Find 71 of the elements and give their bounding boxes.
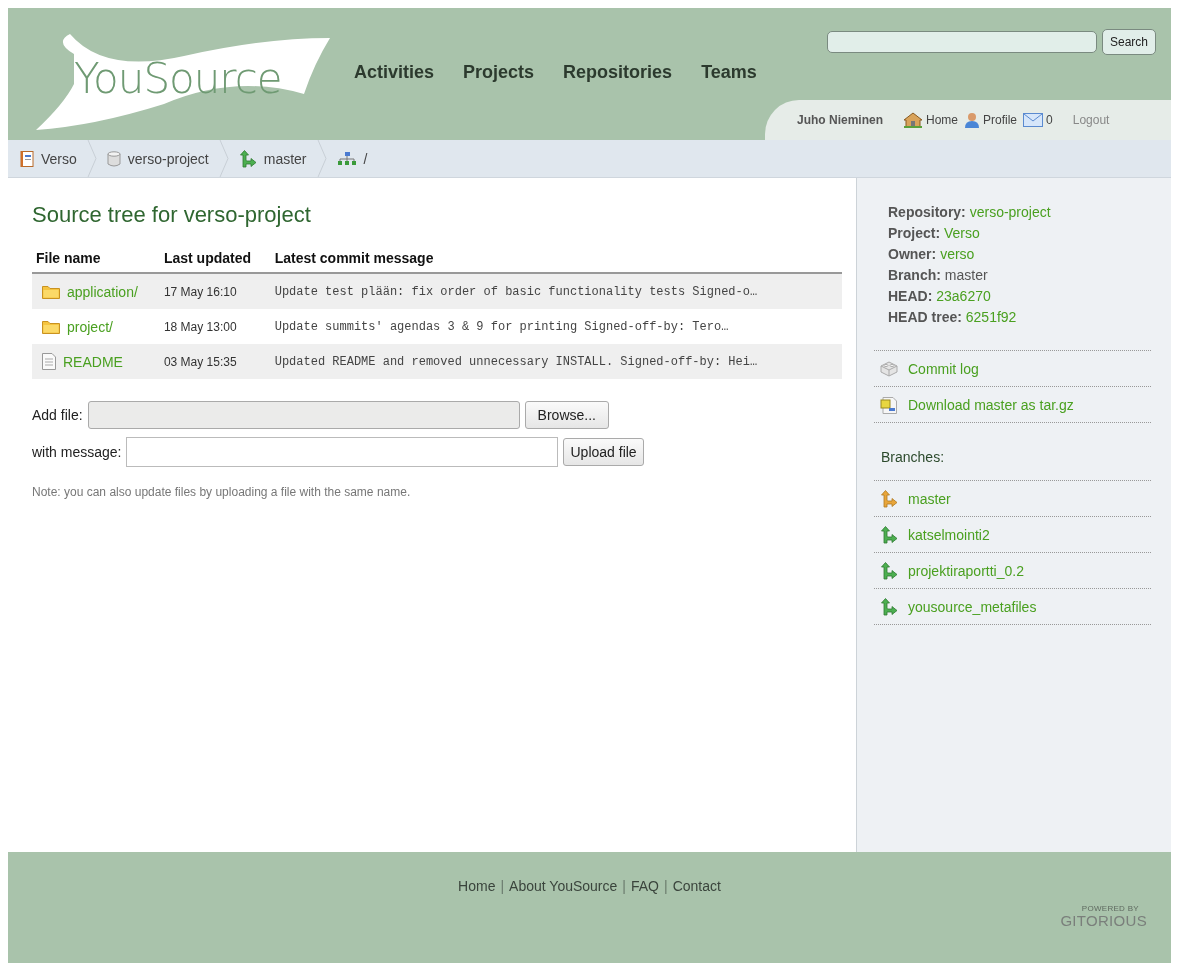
commit-log-link[interactable]: Commit log (874, 351, 1151, 387)
table-cell: 03 May 15:35 (159, 344, 271, 379)
powered-by-text: POWERED BY (1081, 904, 1139, 913)
nav-link[interactable]: Repositories (563, 62, 673, 83)
upload-button[interactable]: Upload file (563, 438, 644, 466)
download-link[interactable]: Download master as tar.gz (874, 387, 1151, 423)
footer-link[interactable]: FAQ (630, 878, 659, 894)
page-title: Source tree for verso-project (32, 202, 312, 228)
breadcrumb-link[interactable]: verso-project (106, 150, 209, 167)
note-text: Note: you can also update files by uploading a file with the same name. (32, 485, 412, 499)
profile-link[interactable]: Profile (964, 112, 1018, 128)
logout-link[interactable]: Logout (1072, 113, 1110, 127)
brand-logo-text: GITORIOUS (1060, 913, 1147, 929)
detail-label: HEAD tree: (888, 309, 962, 325)
file-link[interactable]: project/ (36, 318, 156, 335)
separator: | (500, 878, 505, 894)
field-label: Add file: (32, 407, 83, 423)
folder-icon (42, 319, 60, 334)
breadcrumb-link[interactable]: / (336, 150, 368, 167)
separator: | (664, 878, 668, 894)
file-field[interactable] (87, 401, 520, 429)
branch-icon (238, 149, 257, 168)
branch-link[interactable]: katselmointi2 (874, 517, 1151, 553)
branch-link[interactable]: master (874, 481, 1151, 517)
sitemap-icon (336, 151, 357, 166)
branch-link[interactable]: projektiraportti_0.2 (874, 553, 1151, 589)
detail-link[interactable]: verso-project (969, 204, 1051, 220)
table-cell: Update test plään: fix order of basic functionality tests Signed-o… (270, 273, 842, 309)
document-icon (42, 353, 56, 370)
detail-value: master (944, 267, 988, 283)
table-cell: Updated README and removed unnecessary INSTALL. Signed-off-by: Hei… (270, 344, 842, 379)
nav-link[interactable]: Teams (701, 62, 757, 83)
user-name: Juho Nieminen (797, 113, 883, 127)
footer-link[interactable]: Contact (672, 878, 721, 894)
breadcrumb-link[interactable]: master (238, 149, 307, 168)
branches-heading: Branches: (874, 423, 1151, 481)
logo-text: YouSource (74, 54, 282, 103)
separator: | (622, 878, 626, 894)
table-cell: 18 May 13:00 (159, 309, 271, 344)
detail-label: Owner: (888, 246, 937, 262)
detail-label: Repository: (888, 204, 966, 220)
footer-link[interactable]: Home (458, 878, 496, 894)
detail-link[interactable]: Verso (944, 225, 980, 241)
footer-link[interactable]: About YouSource (509, 878, 618, 894)
detail-link[interactable]: 23a6270 (936, 288, 991, 304)
table-cell: Update summits' agendas 3 & 9 for printing Signed-off-by: Tero… (270, 309, 842, 344)
table-cell: 17 May 16:10 (159, 273, 271, 309)
search-field[interactable] (827, 31, 1097, 53)
field-label: with message: (32, 444, 122, 460)
detail-link[interactable]: 6251f92 (965, 309, 1017, 325)
nav-link[interactable]: Projects (463, 62, 535, 83)
breadcrumb-link[interactable]: Verso (20, 150, 77, 167)
database-icon (106, 150, 121, 167)
messages-link[interactable]: 0 (1023, 113, 1053, 127)
folder-icon (42, 284, 60, 299)
blocks-icon (880, 360, 898, 377)
mail-icon (1023, 113, 1044, 127)
home-link[interactable]: Home (903, 112, 959, 128)
branch-link[interactable]: yousource_metafiles (874, 589, 1151, 625)
archive-icon (880, 395, 898, 414)
browse-button[interactable]: Browse... (524, 401, 609, 429)
search-button[interactable]: Search (1102, 29, 1157, 55)
detail-label: HEAD: (888, 288, 933, 304)
user-icon (964, 112, 981, 128)
detail-label: Branch: (888, 267, 941, 283)
detail-label: Project: (888, 225, 941, 241)
notebook-icon (20, 150, 34, 167)
nav-link[interactable]: Activities (354, 62, 435, 83)
message-field[interactable] (126, 437, 559, 467)
detail-link[interactable]: verso (940, 246, 975, 262)
home-icon (903, 112, 923, 128)
